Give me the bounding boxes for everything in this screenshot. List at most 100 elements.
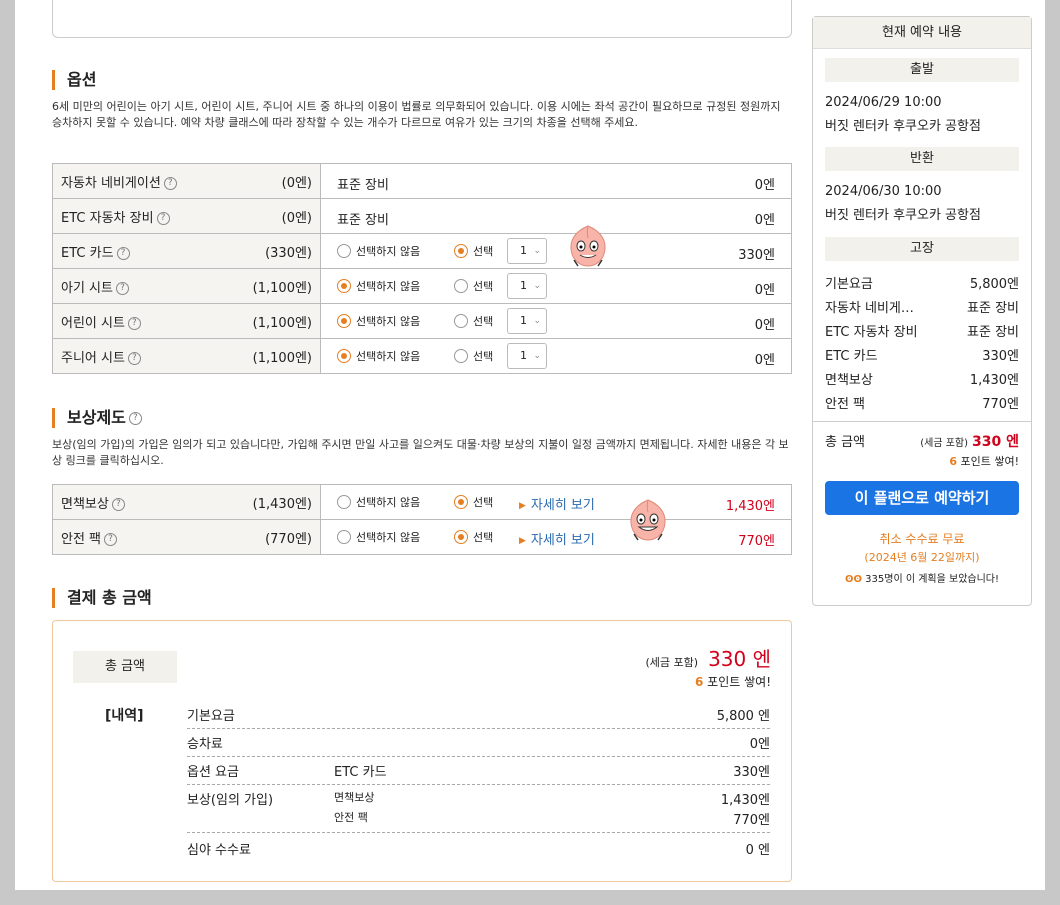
radio-not-select[interactable]: 선택하지 않음 — [337, 278, 420, 294]
radio-not-select[interactable]: 선택하지 않음 — [337, 313, 420, 329]
option-label: 주니어 시트 — [61, 350, 125, 366]
radio-button[interactable] — [337, 244, 351, 258]
return-place: 버짓 렌터카 후쿠오카 공항점 — [825, 208, 981, 223]
option-label: 자동차 네비게이션 — [61, 175, 161, 191]
radio-button[interactable] — [337, 495, 351, 509]
radio-button-checked[interactable] — [454, 495, 468, 509]
insurance-amount: 770엔 — [738, 534, 775, 549]
sidebar-total-amount: (세금 포함) 330 엔 — [920, 434, 1019, 450]
quantity-select[interactable]: 1 ⌄ — [507, 308, 547, 334]
option-amount: 330엔 — [738, 248, 775, 263]
page: 옵션 6세 미만의 어린이는 아기 시트, 어린이 시트, 주니어 시트 중 하… — [15, 0, 1045, 890]
option-amount: 0엔 — [754, 213, 775, 228]
peach-mascot-icon — [570, 225, 606, 267]
radio-button-checked[interactable] — [454, 244, 468, 258]
option-price: (1,100엔) — [252, 280, 312, 296]
quantity-select[interactable]: 1 ⌄ — [507, 273, 547, 299]
table-row: 주니어 시트? (1,100엔) 선택하지 않음 선택 1 ⌄ 0엔 — [52, 338, 792, 374]
radio-not-select[interactable]: 선택하지 않음 — [337, 348, 420, 364]
breakdown-label: [내역] — [105, 708, 144, 724]
divider — [813, 421, 1031, 422]
triangle-right-icon: ▶ — [519, 535, 526, 546]
chevron-down-icon: ⌄ — [533, 246, 541, 256]
help-icon[interactable]: ? — [104, 532, 118, 546]
radio-button-checked[interactable] — [337, 279, 351, 293]
total-label: 총 금액 — [73, 651, 177, 683]
radio-not-select[interactable]: 선택하지 않음 — [337, 243, 420, 259]
quantity-select[interactable]: 1 ⌄ — [507, 343, 547, 369]
option-label: ETC 자동차 장비 — [61, 210, 154, 226]
standard-equipment-text: 표준 장비 — [337, 213, 389, 228]
sidebar-points: 6 포인트 쌓여! — [949, 455, 1019, 468]
help-icon[interactable]: ? — [115, 281, 129, 295]
detail-link[interactable]: ▶ 자세히 보기 — [519, 529, 595, 548]
standard-equipment-text: 표준 장비 — [337, 178, 389, 193]
option-amount: 0엔 — [754, 283, 775, 298]
radio-select[interactable]: 선택 — [454, 313, 493, 329]
fee-row: ETC 자동차 장비 표준 장비 — [825, 325, 1019, 340]
radio-button[interactable] — [454, 314, 468, 328]
reservation-sidebar: 현재 예약 내용 출발 2024/06/29 10:00 버짓 렌터카 후쿠오카… — [812, 16, 1032, 606]
insurance-price: (1,430엔) — [252, 496, 312, 512]
help-icon[interactable]: ? — [127, 351, 141, 365]
departure-header: 출발 — [825, 58, 1019, 82]
return-time: 2024/06/30 10:00 — [825, 184, 942, 199]
option-price: (0엔) — [281, 210, 312, 226]
options-description: 6세 미만의 어린이는 아기 시트, 어린이 시트, 주니어 시트 중 하나의 … — [52, 100, 781, 129]
total-amount: (세금 포함) 330 엔 — [645, 647, 772, 671]
fee-row: 기본요금 5,800엔 — [825, 277, 1019, 292]
table-row: 면책보상? (1,430엔) 선택하지 않음 선택 ▶ 자세히 보기 1,430엔 — [52, 484, 792, 520]
option-price: (1,100엔) — [252, 350, 312, 366]
departure-time: 2024/06/29 10:00 — [825, 95, 942, 110]
radio-not-select[interactable]: 선택하지 않음 — [337, 529, 420, 545]
option-price: (330엔) — [265, 245, 312, 261]
table-row: ETC 카드? (330엔) 선택하지 않음 선택 1 ⌄ 330엔 — [52, 233, 792, 269]
return-header: 반환 — [825, 147, 1019, 171]
viewers-count: ʘʘ 335명이 이 계획을 보았습니다! — [844, 574, 1000, 585]
radio-select[interactable]: 선택 — [454, 278, 493, 294]
radio-select[interactable]: 선택 — [454, 243, 493, 259]
insurance-amount: 1,430엔 — [725, 499, 775, 514]
quantity-select[interactable]: 1 ⌄ — [507, 238, 547, 264]
options-table: 자동차 네비게이션? (0엔) 표준 장비 0엔 ETC 자동차 장비? (0엔) 표… — [52, 163, 792, 374]
insurance-title: 보상제도? — [52, 408, 142, 428]
radio-select[interactable]: 선택 — [454, 494, 493, 510]
detail-link[interactable]: ▶ 자세히 보기 — [519, 494, 595, 513]
radio-select[interactable]: 선택 — [454, 529, 493, 545]
payment-summary-box: 총 금액 (세금 포함) 330 엔 6 포인트 쌓여! [내역] 기본요금 5,… — [52, 620, 792, 882]
table-row: 자동차 네비게이션? (0엔) 표준 장비 0엔 — [52, 163, 792, 199]
eyes-icon: ʘʘ — [844, 574, 862, 585]
cancel-free-text: 취소 수수료 무료 — [879, 532, 965, 546]
chevron-down-icon: ⌄ — [533, 351, 541, 361]
help-icon[interactable]: ? — [163, 176, 177, 190]
radio-button-checked[interactable] — [454, 530, 468, 544]
help-icon[interactable]: ? — [127, 316, 141, 330]
table-row: 어린이 시트? (1,100엔) 선택하지 않음 선택 1 ⌄ 0엔 — [52, 303, 792, 339]
radio-not-select[interactable]: 선택하지 않음 — [337, 494, 420, 510]
radio-button[interactable] — [454, 349, 468, 363]
radio-button-checked[interactable] — [337, 349, 351, 363]
options-title: 옵션 — [52, 70, 96, 90]
option-price: (1,100엔) — [252, 315, 312, 331]
help-icon[interactable]: ? — [156, 211, 170, 225]
insurance-description: 보상(임의 가입)의 가입은 임의가 되고 있습니다만, 가입해 주시면 만일 … — [52, 438, 789, 467]
table-row: 아기 시트? (1,100엔) 선택하지 않음 선택 1 ⌄ 0엔 — [52, 268, 792, 304]
option-label: ETC 카드 — [61, 245, 114, 261]
help-icon[interactable]: ? — [128, 412, 142, 425]
peach-mascot-icon — [630, 499, 666, 541]
breakdown-row: 심야 수수료 0 엔 — [187, 843, 770, 858]
payment-title: 결제 총 금액 — [52, 588, 152, 608]
book-plan-button[interactable]: 이 플랜으로 예약하기 — [825, 481, 1019, 515]
breakdown-row: 기본요금 5,800 엔 — [187, 705, 770, 729]
help-icon[interactable]: ? — [116, 246, 130, 260]
breakdown-row: 옵션 요금 ETC 카드 330엔 — [187, 761, 770, 785]
radio-button[interactable] — [337, 530, 351, 544]
radio-button-checked[interactable] — [337, 314, 351, 328]
radio-button[interactable] — [454, 279, 468, 293]
radio-select[interactable]: 선택 — [454, 348, 493, 364]
fixed-header: 고장 — [825, 237, 1019, 261]
help-icon[interactable]: ? — [111, 497, 125, 511]
chevron-down-icon: ⌄ — [533, 316, 541, 326]
option-label: 아기 시트 — [61, 280, 113, 296]
option-label: 어린이 시트 — [61, 315, 125, 331]
